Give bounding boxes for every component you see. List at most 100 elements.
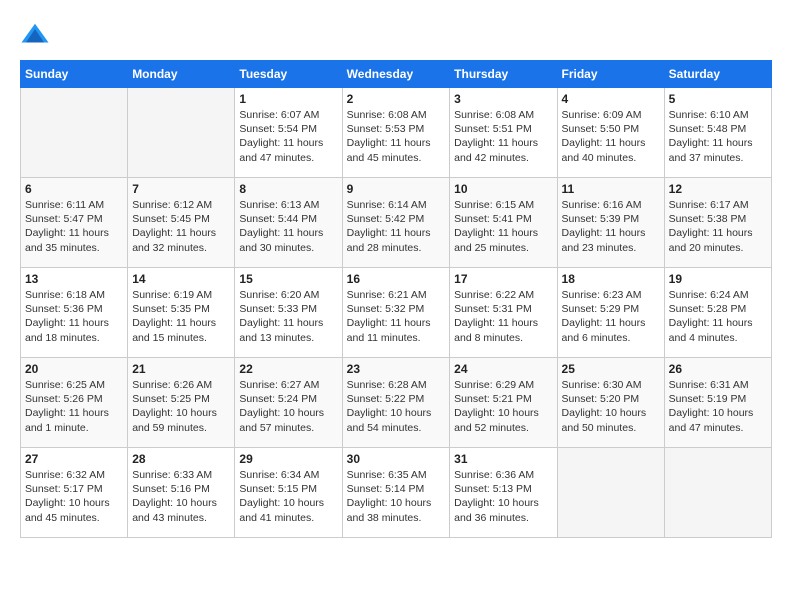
day-number: 3 xyxy=(454,92,552,106)
day-info: Sunrise: 6:33 AM Sunset: 5:16 PM Dayligh… xyxy=(132,468,230,525)
calendar-day-cell: 23 Sunrise: 6:28 AM Sunset: 5:22 PM Dayli… xyxy=(342,358,450,448)
calendar-day-cell: 28 Sunrise: 6:33 AM Sunset: 5:16 PM Dayli… xyxy=(128,448,235,538)
day-info: Sunrise: 6:14 AM Sunset: 5:42 PM Dayligh… xyxy=(347,198,446,255)
calendar-day-cell: 17 Sunrise: 6:22 AM Sunset: 5:31 PM Dayli… xyxy=(450,268,557,358)
calendar-header-monday: Monday xyxy=(128,61,235,88)
day-number: 18 xyxy=(562,272,660,286)
calendar-day-cell: 14 Sunrise: 6:19 AM Sunset: 5:35 PM Dayli… xyxy=(128,268,235,358)
calendar-day-cell: 3 Sunrise: 6:08 AM Sunset: 5:51 PM Daylig… xyxy=(450,88,557,178)
day-number: 24 xyxy=(454,362,552,376)
day-info: Sunrise: 6:23 AM Sunset: 5:29 PM Dayligh… xyxy=(562,288,660,345)
day-number: 5 xyxy=(669,92,767,106)
calendar-week-1: 1 Sunrise: 6:07 AM Sunset: 5:54 PM Daylig… xyxy=(21,88,772,178)
day-info: Sunrise: 6:22 AM Sunset: 5:31 PM Dayligh… xyxy=(454,288,552,345)
day-info: Sunrise: 6:34 AM Sunset: 5:15 PM Dayligh… xyxy=(239,468,337,525)
calendar-day-cell: 10 Sunrise: 6:15 AM Sunset: 5:41 PM Dayli… xyxy=(450,178,557,268)
day-number: 30 xyxy=(347,452,446,466)
day-info: Sunrise: 6:08 AM Sunset: 5:53 PM Dayligh… xyxy=(347,108,446,165)
calendar-day-cell: 8Sunrise: 6:13 AM Sunset: 5:44 PM Daylig… xyxy=(235,178,342,268)
calendar-day-cell xyxy=(21,88,128,178)
day-number: 22 xyxy=(239,362,337,376)
calendar-table: SundayMondayTuesdayWednesdayThursdayFrid… xyxy=(20,60,772,538)
logo-icon xyxy=(20,20,50,50)
day-number: 1 xyxy=(239,92,337,106)
day-info: Sunrise: 6:27 AM Sunset: 5:24 PM Dayligh… xyxy=(239,378,337,435)
calendar-day-cell: 7 Sunrise: 6:12 AM Sunset: 5:45 PM Daylig… xyxy=(128,178,235,268)
day-info: Sunrise: 6:11 AM Sunset: 5:47 PM Dayligh… xyxy=(25,198,123,255)
calendar-day-cell: 29 Sunrise: 6:34 AM Sunset: 5:15 PM Dayli… xyxy=(235,448,342,538)
day-number: 28 xyxy=(132,452,230,466)
calendar-day-cell: 21Sunrise: 6:26 AM Sunset: 5:25 PM Dayli… xyxy=(128,358,235,448)
day-info: Sunrise: 6:08 AM Sunset: 5:51 PM Dayligh… xyxy=(454,108,552,165)
day-info: Sunrise: 6:19 AM Sunset: 5:35 PM Dayligh… xyxy=(132,288,230,345)
day-number: 2 xyxy=(347,92,446,106)
calendar-header-friday: Friday xyxy=(557,61,664,88)
day-number: 4 xyxy=(562,92,660,106)
day-number: 25 xyxy=(562,362,660,376)
day-info: Sunrise: 6:20 AM Sunset: 5:33 PM Dayligh… xyxy=(239,288,337,345)
calendar-day-cell: 4Sunrise: 6:09 AM Sunset: 5:50 PM Daylig… xyxy=(557,88,664,178)
calendar-week-2: 6 Sunrise: 6:11 AM Sunset: 5:47 PM Daylig… xyxy=(21,178,772,268)
calendar-day-cell: 27 Sunrise: 6:32 AM Sunset: 5:17 PM Dayli… xyxy=(21,448,128,538)
calendar-day-cell: 22 Sunrise: 6:27 AM Sunset: 5:24 PM Dayli… xyxy=(235,358,342,448)
calendar-day-cell: 18 Sunrise: 6:23 AM Sunset: 5:29 PM Dayli… xyxy=(557,268,664,358)
day-info: Sunrise: 6:26 AM Sunset: 5:25 PM Dayligh… xyxy=(132,378,230,435)
calendar-day-cell: 26 Sunrise: 6:31 AM Sunset: 5:19 PM Dayli… xyxy=(664,358,771,448)
day-info: Sunrise: 6:28 AM Sunset: 5:22 PM Dayligh… xyxy=(347,378,446,435)
calendar-day-cell: 11 Sunrise: 6:16 AM Sunset: 5:39 PM Dayli… xyxy=(557,178,664,268)
calendar-day-cell: 9 Sunrise: 6:14 AM Sunset: 5:42 PM Daylig… xyxy=(342,178,450,268)
day-info: Sunrise: 6:24 AM Sunset: 5:28 PM Dayligh… xyxy=(669,288,767,345)
day-info: Sunrise: 6:17 AM Sunset: 5:38 PM Dayligh… xyxy=(669,198,767,255)
calendar-day-cell: 16 Sunrise: 6:21 AM Sunset: 5:32 PM Dayli… xyxy=(342,268,450,358)
day-number: 31 xyxy=(454,452,552,466)
day-info: Sunrise: 6:12 AM Sunset: 5:45 PM Dayligh… xyxy=(132,198,230,255)
day-info: Sunrise: 6:16 AM Sunset: 5:39 PM Dayligh… xyxy=(562,198,660,255)
day-info: Sunrise: 6:29 AM Sunset: 5:21 PM Dayligh… xyxy=(454,378,552,435)
day-number: 27 xyxy=(25,452,123,466)
calendar-day-cell: 13Sunrise: 6:18 AM Sunset: 5:36 PM Dayli… xyxy=(21,268,128,358)
day-number: 10 xyxy=(454,182,552,196)
day-info: Sunrise: 6:18 AM Sunset: 5:36 PM Dayligh… xyxy=(25,288,123,345)
day-number: 14 xyxy=(132,272,230,286)
day-number: 17 xyxy=(454,272,552,286)
calendar-week-5: 27 Sunrise: 6:32 AM Sunset: 5:17 PM Dayli… xyxy=(21,448,772,538)
day-info: Sunrise: 6:10 AM Sunset: 5:48 PM Dayligh… xyxy=(669,108,767,165)
day-number: 23 xyxy=(347,362,446,376)
calendar-week-3: 13Sunrise: 6:18 AM Sunset: 5:36 PM Dayli… xyxy=(21,268,772,358)
logo xyxy=(20,20,56,50)
calendar-day-cell: 31 Sunrise: 6:36 AM Sunset: 5:13 PM Dayli… xyxy=(450,448,557,538)
day-info: Sunrise: 6:36 AM Sunset: 5:13 PM Dayligh… xyxy=(454,468,552,525)
calendar-day-cell: 19 Sunrise: 6:24 AM Sunset: 5:28 PM Dayli… xyxy=(664,268,771,358)
day-info: Sunrise: 6:30 AM Sunset: 5:20 PM Dayligh… xyxy=(562,378,660,435)
day-number: 6 xyxy=(25,182,123,196)
calendar-day-cell: 5 Sunrise: 6:10 AM Sunset: 5:48 PM Daylig… xyxy=(664,88,771,178)
calendar-header-thursday: Thursday xyxy=(450,61,557,88)
calendar-header-wednesday: Wednesday xyxy=(342,61,450,88)
day-number: 29 xyxy=(239,452,337,466)
calendar-day-cell: 25 Sunrise: 6:30 AM Sunset: 5:20 PM Dayli… xyxy=(557,358,664,448)
day-info: Sunrise: 6:25 AM Sunset: 5:26 PM Dayligh… xyxy=(25,378,123,435)
day-info: Sunrise: 6:21 AM Sunset: 5:32 PM Dayligh… xyxy=(347,288,446,345)
calendar-day-cell: 6 Sunrise: 6:11 AM Sunset: 5:47 PM Daylig… xyxy=(21,178,128,268)
calendar-day-cell: 1 Sunrise: 6:07 AM Sunset: 5:54 PM Daylig… xyxy=(235,88,342,178)
calendar-day-cell: 30 Sunrise: 6:35 AM Sunset: 5:14 PM Dayli… xyxy=(342,448,450,538)
day-info: Sunrise: 6:07 AM Sunset: 5:54 PM Dayligh… xyxy=(239,108,337,165)
calendar-day-cell: 24 Sunrise: 6:29 AM Sunset: 5:21 PM Dayli… xyxy=(450,358,557,448)
page-header xyxy=(20,20,772,50)
calendar-day-cell xyxy=(557,448,664,538)
day-number: 7 xyxy=(132,182,230,196)
day-number: 11 xyxy=(562,182,660,196)
day-number: 15 xyxy=(239,272,337,286)
calendar-day-cell: 2 Sunrise: 6:08 AM Sunset: 5:53 PM Daylig… xyxy=(342,88,450,178)
day-info: Sunrise: 6:15 AM Sunset: 5:41 PM Dayligh… xyxy=(454,198,552,255)
day-info: Sunrise: 6:31 AM Sunset: 5:19 PM Dayligh… xyxy=(669,378,767,435)
day-number: 19 xyxy=(669,272,767,286)
calendar-day-cell xyxy=(128,88,235,178)
day-number: 26 xyxy=(669,362,767,376)
day-info: Sunrise: 6:32 AM Sunset: 5:17 PM Dayligh… xyxy=(25,468,123,525)
calendar-day-cell: 12Sunrise: 6:17 AM Sunset: 5:38 PM Dayli… xyxy=(664,178,771,268)
day-info: Sunrise: 6:35 AM Sunset: 5:14 PM Dayligh… xyxy=(347,468,446,525)
day-number: 9 xyxy=(347,182,446,196)
calendar-header-sunday: Sunday xyxy=(21,61,128,88)
day-number: 16 xyxy=(347,272,446,286)
